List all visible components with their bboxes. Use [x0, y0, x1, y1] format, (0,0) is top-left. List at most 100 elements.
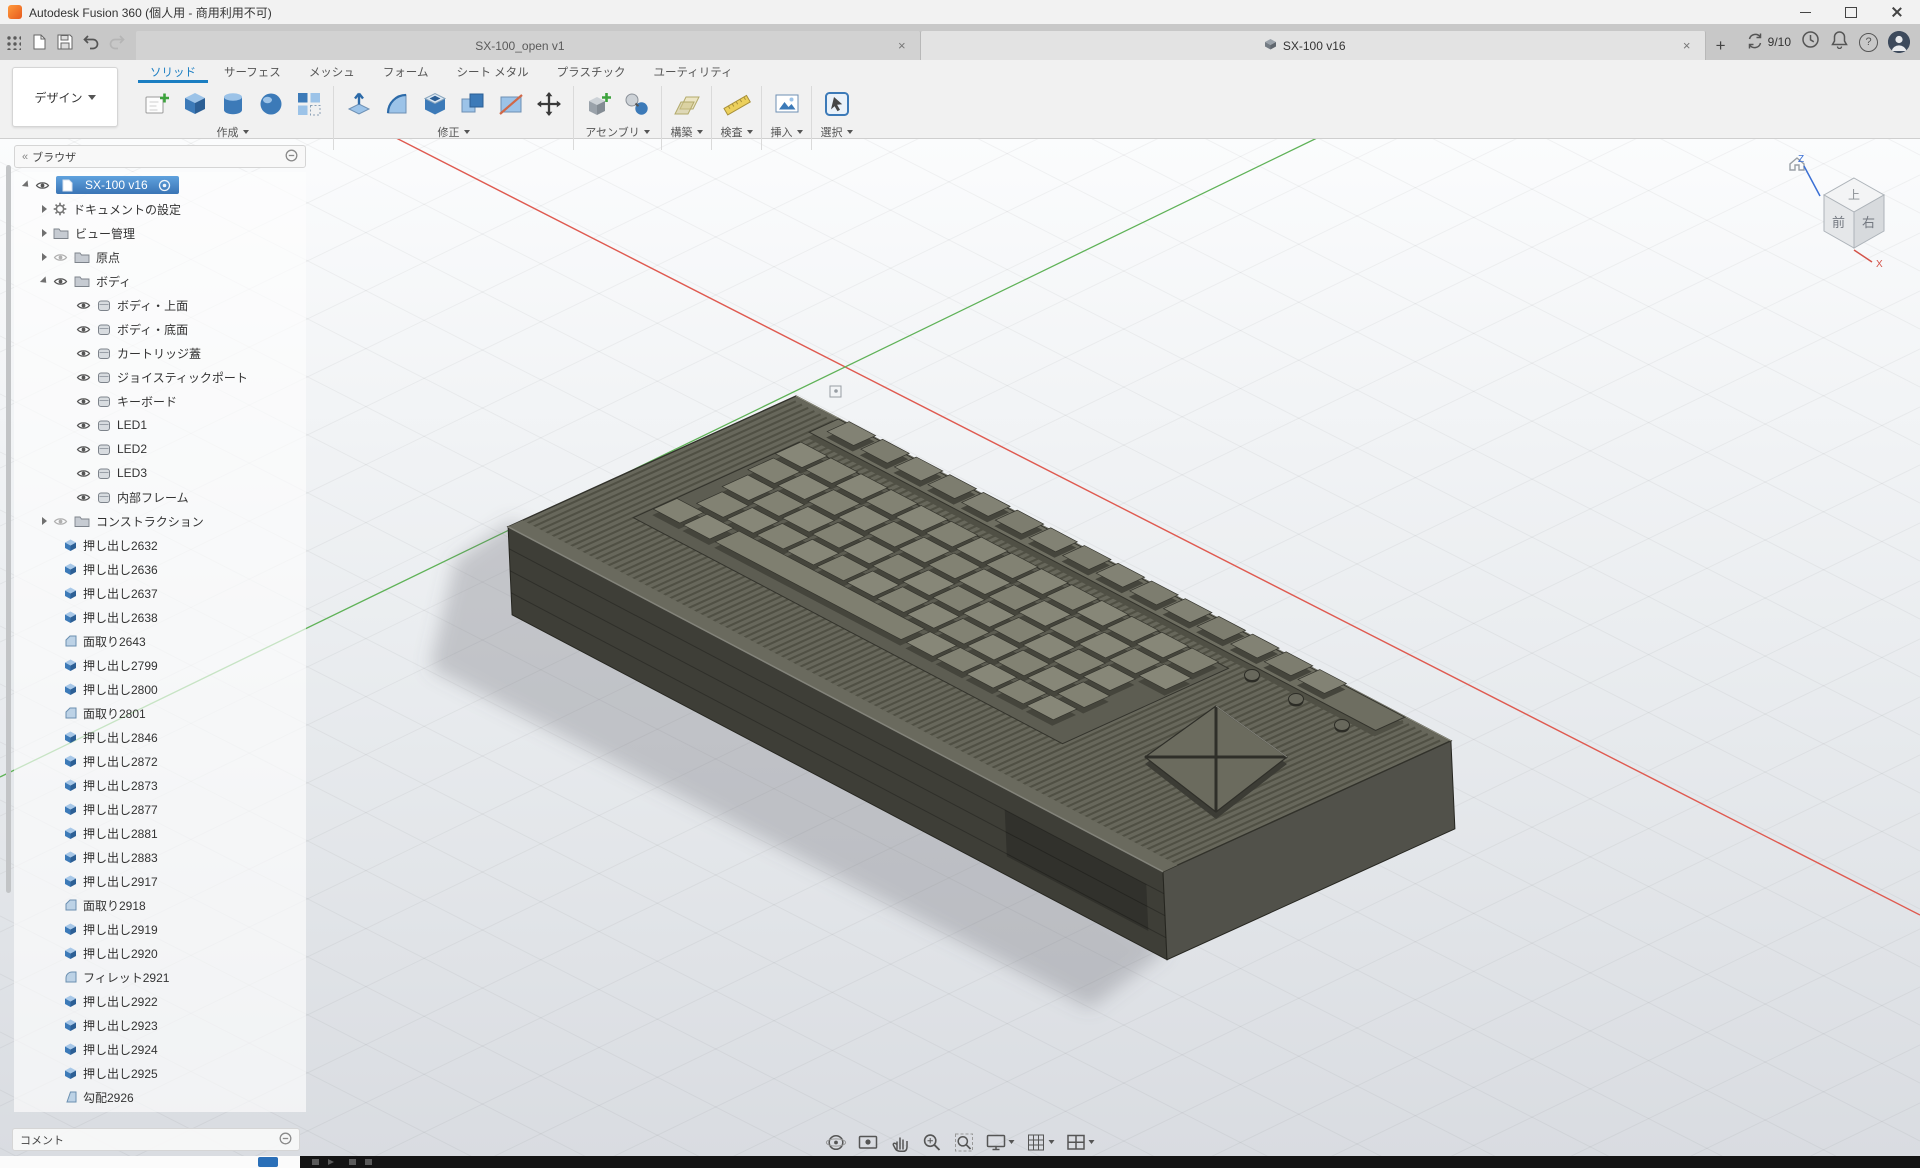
feature-row[interactable]: 押し出し2800 — [14, 677, 306, 701]
document-tab[interactable]: SX-100_open v1 × — [136, 31, 921, 60]
primitive-sphere-icon[interactable] — [254, 87, 287, 122]
timeline-mini-icon[interactable] — [258, 1157, 278, 1167]
primitive-box-icon[interactable] — [178, 87, 211, 122]
tree-body-item[interactable]: LED2 — [14, 437, 306, 461]
job-status[interactable]: 9/10 — [1746, 32, 1791, 53]
feature-row[interactable]: 押し出し2883 — [14, 845, 306, 869]
visibility-eye-icon[interactable] — [53, 516, 68, 527]
clock-icon[interactable] — [1801, 30, 1820, 54]
select-icon[interactable] — [820, 87, 853, 122]
close-button[interactable] — [1874, 0, 1920, 24]
measure-icon[interactable] — [720, 87, 753, 122]
combine-icon[interactable] — [456, 87, 489, 122]
create-sketch-icon[interactable] — [140, 87, 173, 122]
active-document-pill[interactable]: SX-100 v16 — [56, 176, 179, 194]
pattern-icon[interactable] — [292, 87, 325, 122]
split-icon[interactable] — [494, 87, 527, 122]
tree-item[interactable]: コンストラクション — [14, 509, 306, 533]
shell-icon[interactable] — [418, 87, 451, 122]
ribbon-tab-5[interactable]: プラスチック — [545, 60, 638, 83]
expander-icon[interactable] — [42, 229, 47, 237]
visibility-eye-icon[interactable] — [76, 324, 91, 335]
feature-row[interactable]: 押し出し2917 — [14, 869, 306, 893]
zoom-icon[interactable] — [919, 1130, 946, 1154]
workspace-selector[interactable]: デザイン — [12, 67, 118, 127]
tree-body-item[interactable]: ボディ・上面 — [14, 293, 306, 317]
primitive-cylinder-icon[interactable] — [216, 87, 249, 122]
expander-icon[interactable] — [40, 276, 49, 285]
ribbon-tab-2[interactable]: メッシュ — [297, 60, 367, 83]
maximize-button[interactable] — [1828, 0, 1874, 24]
expander-icon[interactable] — [22, 180, 31, 189]
expander-icon[interactable] — [42, 517, 47, 525]
insert-canvas-icon[interactable] — [770, 87, 803, 122]
new-tab-button[interactable]: + — [1706, 31, 1736, 60]
file-menu-icon[interactable] — [26, 27, 52, 57]
look-at-icon[interactable] — [855, 1130, 882, 1154]
move-icon[interactable] — [532, 87, 565, 122]
tree-body-item[interactable]: キーボード — [14, 389, 306, 413]
ribbon-tab-4[interactable]: シート メタル — [444, 60, 540, 83]
fit-icon[interactable] — [951, 1130, 978, 1154]
joint-icon[interactable] — [620, 87, 653, 122]
tree-item[interactable]: ボディ — [14, 269, 306, 293]
feature-row[interactable]: 押し出し2877 — [14, 797, 306, 821]
feature-row[interactable]: 押し出し2872 — [14, 749, 306, 773]
expander-icon[interactable] — [42, 253, 47, 261]
feature-row[interactable]: 勾配2926 — [14, 1085, 306, 1109]
feature-row[interactable]: 面取り2918 — [14, 893, 306, 917]
ribbon-tab-3[interactable]: フォーム — [371, 60, 441, 83]
feature-row[interactable]: 押し出し2919 — [14, 917, 306, 941]
ribbon-tab-1[interactable]: サーフェス — [212, 60, 293, 83]
ribbon-group-dropdown[interactable]: 構築 — [671, 124, 703, 140]
user-avatar[interactable] — [1888, 31, 1910, 53]
collapse-panel-icon[interactable]: « — [22, 151, 26, 163]
minimize-button[interactable] — [1782, 0, 1828, 24]
feature-row[interactable]: 押し出し2924 — [14, 1037, 306, 1061]
tree-body-item[interactable]: カートリッジ蓋 — [14, 341, 306, 365]
pan-icon[interactable] — [887, 1130, 914, 1154]
visibility-eye-icon[interactable] — [76, 444, 91, 455]
feature-row[interactable]: 押し出し2632 — [14, 533, 306, 557]
visibility-eye-icon[interactable] — [53, 252, 68, 263]
ribbon-group-dropdown[interactable]: アセンブリ — [585, 124, 649, 140]
comment-bar[interactable]: コメント — [12, 1128, 300, 1151]
feature-row[interactable]: 面取り2643 — [14, 629, 306, 653]
ribbon-tab-6[interactable]: ユーティリティ — [641, 60, 744, 83]
feature-row[interactable]: 押し出し2925 — [14, 1061, 306, 1085]
document-tab[interactable]: SX-100 v16 × — [921, 31, 1706, 60]
feature-row[interactable]: 押し出し2799 — [14, 653, 306, 677]
activate-target-icon[interactable] — [158, 179, 171, 192]
undo-icon[interactable] — [78, 27, 104, 57]
visibility-eye-icon[interactable] — [76, 348, 91, 359]
visibility-eye-icon[interactable] — [53, 276, 68, 287]
visibility-eye-icon[interactable] — [76, 492, 91, 503]
tree-body-item[interactable]: LED3 — [14, 461, 306, 485]
visibility-eye-icon[interactable] — [76, 468, 91, 479]
close-tab-icon[interactable]: × — [1679, 38, 1695, 54]
feature-row[interactable]: 押し出し2637 — [14, 581, 306, 605]
feature-row[interactable]: 押し出し2922 — [14, 989, 306, 1013]
close-tab-icon[interactable]: × — [894, 38, 910, 54]
feature-row[interactable]: 押し出し2920 — [14, 941, 306, 965]
tree-item[interactable]: ビュー管理 — [14, 221, 306, 245]
feature-row[interactable]: 押し出し2638 — [14, 605, 306, 629]
feature-row[interactable]: 押し出し2873 — [14, 773, 306, 797]
visibility-eye-icon[interactable] — [76, 420, 91, 431]
visibility-eye-icon[interactable] — [76, 300, 91, 311]
save-icon[interactable] — [52, 27, 78, 57]
press-pull-icon[interactable] — [342, 87, 375, 122]
tree-body-item[interactable]: ボディ・底面 — [14, 317, 306, 341]
timeline-strip-dark[interactable] — [300, 1156, 1920, 1168]
fillet-icon[interactable] — [380, 87, 413, 122]
viewport-settings-icon[interactable] — [1063, 1130, 1098, 1154]
feature-row[interactable]: 押し出し2881 — [14, 821, 306, 845]
construction-plane-icon[interactable] — [670, 87, 703, 122]
feature-row[interactable]: 押し出し2636 — [14, 557, 306, 581]
panel-options-icon[interactable] — [279, 1132, 292, 1148]
panel-options-icon[interactable] — [285, 149, 298, 165]
ribbon-group-dropdown[interactable]: 検査 — [721, 124, 753, 140]
visibility-eye-icon[interactable] — [76, 396, 91, 407]
display-settings-icon[interactable] — [983, 1130, 1018, 1154]
viewcube[interactable]: Z 上 前 右 X — [1782, 150, 1914, 279]
